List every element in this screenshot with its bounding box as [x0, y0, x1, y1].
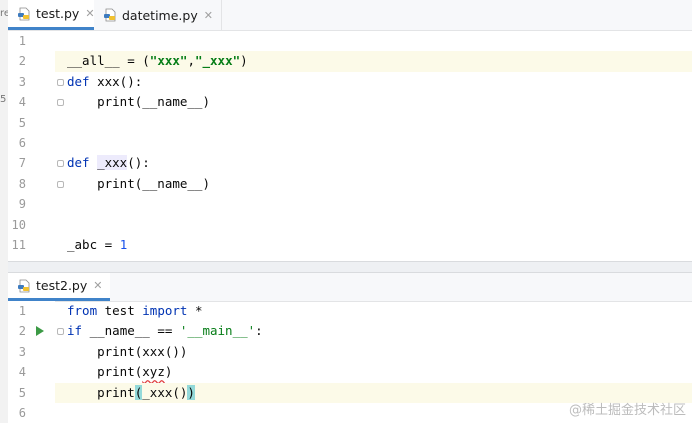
editor-tab-bar: test2.py ✕ [8, 273, 692, 302]
line-number: 2 [18, 324, 26, 339]
code-line: from test import * [55, 301, 692, 321]
line-number: 1 [18, 304, 26, 318]
run-icon[interactable] [36, 326, 44, 336]
bracket-match-highlight: ) [187, 384, 195, 400]
keyword: from [67, 303, 98, 318]
python-file-icon [104, 8, 116, 22]
editor-tab-bar: test.py ✕ datetime.py ✕ [8, 0, 692, 31]
code-token: xxx(): [89, 73, 143, 89]
code-line: if __name__ == '__main__': [55, 321, 692, 341]
code-token: (): [127, 155, 150, 171]
code-line: def xxx(): [55, 72, 692, 92]
line-number: 3 [18, 344, 26, 359]
keyword: import [142, 303, 188, 318]
line-number: 5 [18, 115, 26, 130]
code-line: _abc = 1 [55, 235, 692, 255]
editor-pane-bottom: test2.py ✕ 1 2 3 4 5 6 from test import … [8, 273, 692, 423]
code-token: print(xxx()) [67, 343, 188, 359]
line-number: 11 [11, 238, 26, 252]
line-number: 4 [18, 95, 26, 110]
tab-label: test.py [36, 6, 80, 21]
keyword: def [67, 73, 90, 89]
code-token: print(__name__) [67, 94, 210, 110]
code-token: print(__name__) [67, 175, 210, 191]
line-number: 5 [18, 385, 26, 400]
line-number-gutter: 1 2 3 4 5 6 [8, 301, 64, 423]
code-line: print(xyz) [55, 362, 692, 382]
line-number: 9 [18, 197, 26, 212]
line-number: 6 [18, 406, 26, 420]
code-token: * [187, 303, 203, 318]
tab-test-py[interactable]: test.py ✕ [8, 0, 103, 30]
python-file-icon [18, 7, 30, 20]
code-token: : [255, 323, 263, 339]
code-line: print(xxx()) [55, 342, 692, 362]
left-strip-char: 5 [0, 94, 7, 105]
code-token: print( [67, 364, 143, 380]
string-literal: "xxx" [149, 53, 188, 69]
keyword: if [67, 323, 83, 339]
code-token: __all__ = ( [67, 53, 150, 69]
close-icon[interactable]: ✕ [204, 9, 213, 22]
code-line: print(__name__) [55, 174, 692, 194]
line-number: 1 [18, 34, 26, 48]
line-number: 2 [18, 54, 26, 69]
tab-datetime-py[interactable]: datetime.py ✕ [94, 0, 222, 30]
code-token: test [97, 303, 143, 318]
python-file-icon [18, 279, 30, 292]
code-token: ) [240, 53, 248, 69]
line-number: 3 [18, 74, 26, 89]
line-number-gutter: 1 2 3 4 5 6 7 8 9 10 11 [8, 31, 64, 261]
number-literal: 1 [119, 237, 128, 252]
watermark: @稀土掘金技术社区 [568, 403, 686, 418]
code-line: print(__name__) [55, 92, 692, 112]
code-token: print [67, 384, 135, 400]
editor-splitter[interactable] [8, 261, 692, 273]
code-line: __all__ = ("xxx","_xxx") [55, 51, 692, 72]
tab-test2-py[interactable]: test2.py ✕ [8, 273, 111, 301]
tab-label: test2.py [36, 278, 88, 293]
code-token: _xxx() [142, 384, 188, 400]
line-number: 7 [18, 156, 26, 171]
error-underline-token: xyz [142, 364, 165, 380]
code-area[interactable]: __all__ = ("xxx","_xxx") def xxx(): prin… [55, 31, 692, 261]
editor-pane-top: test.py ✕ datetime.py ✕ 1 2 3 4 5 6 7 8 … [8, 0, 692, 261]
code-token: __name__ == [82, 323, 180, 339]
string-literal: '__main__' [179, 323, 256, 339]
close-icon[interactable]: ✕ [93, 279, 102, 292]
tab-label: datetime.py [122, 7, 198, 23]
code-line: def _xxx(): [55, 153, 692, 173]
line-number: 10 [11, 217, 26, 232]
line-number: 6 [18, 136, 26, 150]
code-token: _abc = [67, 237, 120, 252]
string-literal: "_xxx" [194, 53, 241, 69]
code-token: ) [164, 364, 173, 380]
line-number: 4 [18, 365, 26, 380]
identifier-highlight: _xxx [97, 155, 128, 171]
keyword: def [67, 155, 90, 171]
code-token: , [187, 53, 195, 69]
line-number: 8 [18, 176, 26, 191]
